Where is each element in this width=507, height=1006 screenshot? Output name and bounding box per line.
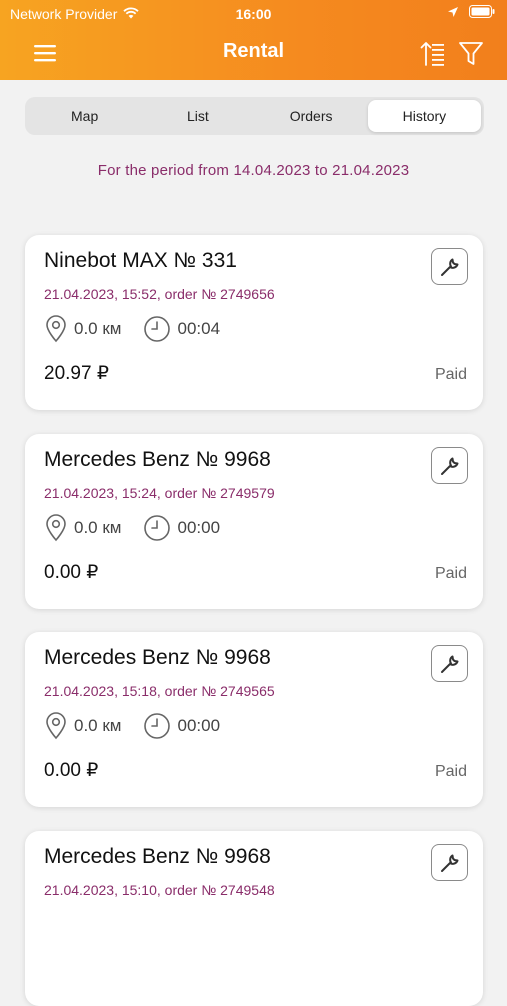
rental-subtitle: 21.04.2023, 15:18, order № 2749565 [44, 683, 275, 699]
wrench-icon [440, 258, 458, 276]
status-right [447, 5, 495, 21]
period-text: For the period from 14.04.2023 to 21.04.… [97, 162, 410, 179]
service-button[interactable] [431, 844, 468, 881]
sort-icon [420, 42, 444, 66]
wrench-icon [440, 457, 458, 475]
rental-price: 20.97 ₽ [44, 363, 109, 384]
rental-title: Mercedes Benz № 9968 [44, 448, 271, 471]
nav-bar: Rental [0, 28, 507, 80]
rental-metrics: 0.0 км 00:04 [44, 315, 242, 343]
duration-value: 00:04 [177, 319, 221, 338]
duration-metric: 00:00 [143, 712, 220, 740]
clock-icon [144, 316, 171, 342]
view-tabs: Map List Orders History [25, 97, 484, 135]
rental-card[interactable]: Mercedes Benz № 9968 21.04.2023, 15:24, … [25, 434, 483, 609]
distance-value: 0.0 км [74, 518, 122, 537]
wrench-icon [440, 854, 458, 872]
rental-title: Mercedes Benz № 9968 [44, 845, 271, 868]
duration-metric: 00:04 [143, 315, 220, 343]
clock-icon [144, 713, 171, 739]
location-pin-icon [46, 315, 66, 343]
status-badge: Paid [434, 366, 467, 383]
rental-price: 0.00 ₽ [44, 760, 99, 781]
status-time: 16:00 [235, 6, 272, 22]
filter-button[interactable] [457, 38, 485, 68]
duration-metric: 00:00 [143, 514, 220, 542]
rental-metrics: 0.0 км 00:00 [44, 712, 242, 740]
tab-history[interactable]: History [367, 100, 481, 132]
distance-metric: 0.0 км [44, 514, 121, 542]
tab-map[interactable]: Map [28, 100, 141, 132]
duration-value: 00:00 [177, 518, 221, 537]
tab-orders[interactable]: Orders [255, 100, 368, 132]
service-button[interactable] [431, 447, 468, 484]
rental-subtitle: 21.04.2023, 15:24, order № 2749579 [44, 485, 275, 501]
tab-list[interactable]: List [141, 100, 254, 132]
rental-subtitle: 21.04.2023, 15:52, order № 2749656 [44, 286, 275, 302]
rental-metrics: 0.0 км 00:00 [44, 514, 242, 542]
service-button[interactable] [431, 645, 468, 682]
status-badge: Paid [434, 565, 467, 582]
distance-metric: 0.0 км [44, 315, 121, 343]
clock-icon [144, 515, 171, 541]
rental-price: 0.00 ₽ [44, 562, 99, 583]
status-badge: Paid [434, 763, 467, 780]
distance-metric: 0.0 км [44, 712, 121, 740]
sort-button[interactable] [419, 38, 447, 68]
location-pin-icon [46, 712, 66, 740]
battery-icon [469, 5, 495, 21]
rental-card[interactable]: Mercedes Benz № 9968 21.04.2023, 15:18, … [25, 632, 483, 807]
rental-card[interactable]: Mercedes Benz № 9968 21.04.2023, 15:10, … [25, 831, 483, 1006]
rental-title: Mercedes Benz № 9968 [44, 646, 271, 669]
wrench-icon [440, 655, 458, 673]
duration-value: 00:00 [177, 716, 221, 735]
service-button[interactable] [431, 248, 468, 285]
status-bar: Network Provider 16:00 [0, 0, 507, 28]
rental-card[interactable]: Ninebot MAX № 331 21.04.2023, 15:52, ord… [25, 235, 483, 410]
rental-title: Ninebot MAX № 331 [44, 249, 237, 272]
distance-value: 0.0 км [74, 716, 122, 735]
distance-value: 0.0 км [74, 319, 122, 338]
location-arrow-icon [447, 5, 459, 21]
rental-subtitle: 21.04.2023, 15:10, order № 2749548 [44, 882, 275, 898]
app-header: Network Provider 16:00 Rental [0, 0, 507, 80]
filter-icon [459, 42, 483, 65]
location-pin-icon [46, 514, 66, 542]
